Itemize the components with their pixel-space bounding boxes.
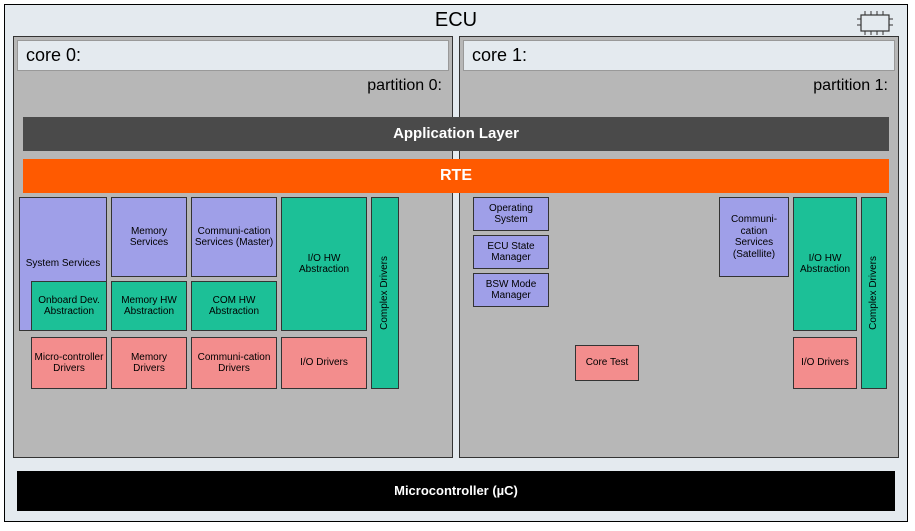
core-1-blocks: Operating System ECU State Manager BSW M…: [465, 197, 893, 452]
communication-drivers: Communi-cation Drivers: [191, 337, 277, 389]
chip-icon: [855, 11, 895, 35]
core-0-blocks: System Services Memory Services Communi-…: [19, 197, 447, 452]
operating-system: Operating System: [473, 197, 549, 231]
comm-services-satellite: Communi-cation Services (Satellite): [719, 197, 789, 277]
io-drivers-1: I/O Drivers: [793, 337, 857, 389]
io-hw-abstraction-0: I/O HW Abstraction: [281, 197, 367, 331]
core-0: core 0: partition 0: System Services Mem…: [13, 36, 453, 458]
microcontroller-drivers: Micro-controller Drivers: [31, 337, 107, 389]
partition-0-label: partition 0:: [14, 74, 452, 101]
ecu-state-manager: ECU State Manager: [473, 235, 549, 269]
io-drivers-0: I/O Drivers: [281, 337, 367, 389]
memory-services: Memory Services: [111, 197, 187, 277]
complex-drivers-1: Complex Drivers: [861, 197, 887, 389]
onboard-dev-abstraction: Onboard Dev. Abstraction: [31, 281, 107, 331]
rte-layer: RTE: [23, 159, 889, 193]
microcontroller-layer: Microcontroller (µC): [17, 471, 895, 511]
comm-services-master: Communi-cation Services (Master): [191, 197, 277, 277]
memory-hw-abstraction: Memory HW Abstraction: [111, 281, 187, 331]
application-layer: Application Layer: [23, 117, 889, 151]
core-test: Core Test: [575, 345, 639, 381]
partition-1-label: partition 1:: [460, 74, 898, 101]
com-hw-abstraction: COM HW Abstraction: [191, 281, 277, 331]
ecu-container: ECU core 0: partition 0: System Services…: [4, 4, 908, 522]
complex-drivers-0: Complex Drivers: [371, 197, 399, 389]
ecu-title: ECU: [5, 5, 907, 36]
bsw-mode-manager: BSW Mode Manager: [473, 273, 549, 307]
core-1: core 1: partition 1: Operating System EC…: [459, 36, 899, 458]
core-1-title: core 1:: [463, 40, 895, 71]
memory-drivers: Memory Drivers: [111, 337, 187, 389]
io-hw-abstraction-1: I/O HW Abstraction: [793, 197, 857, 331]
core-0-title: core 0:: [17, 40, 449, 71]
